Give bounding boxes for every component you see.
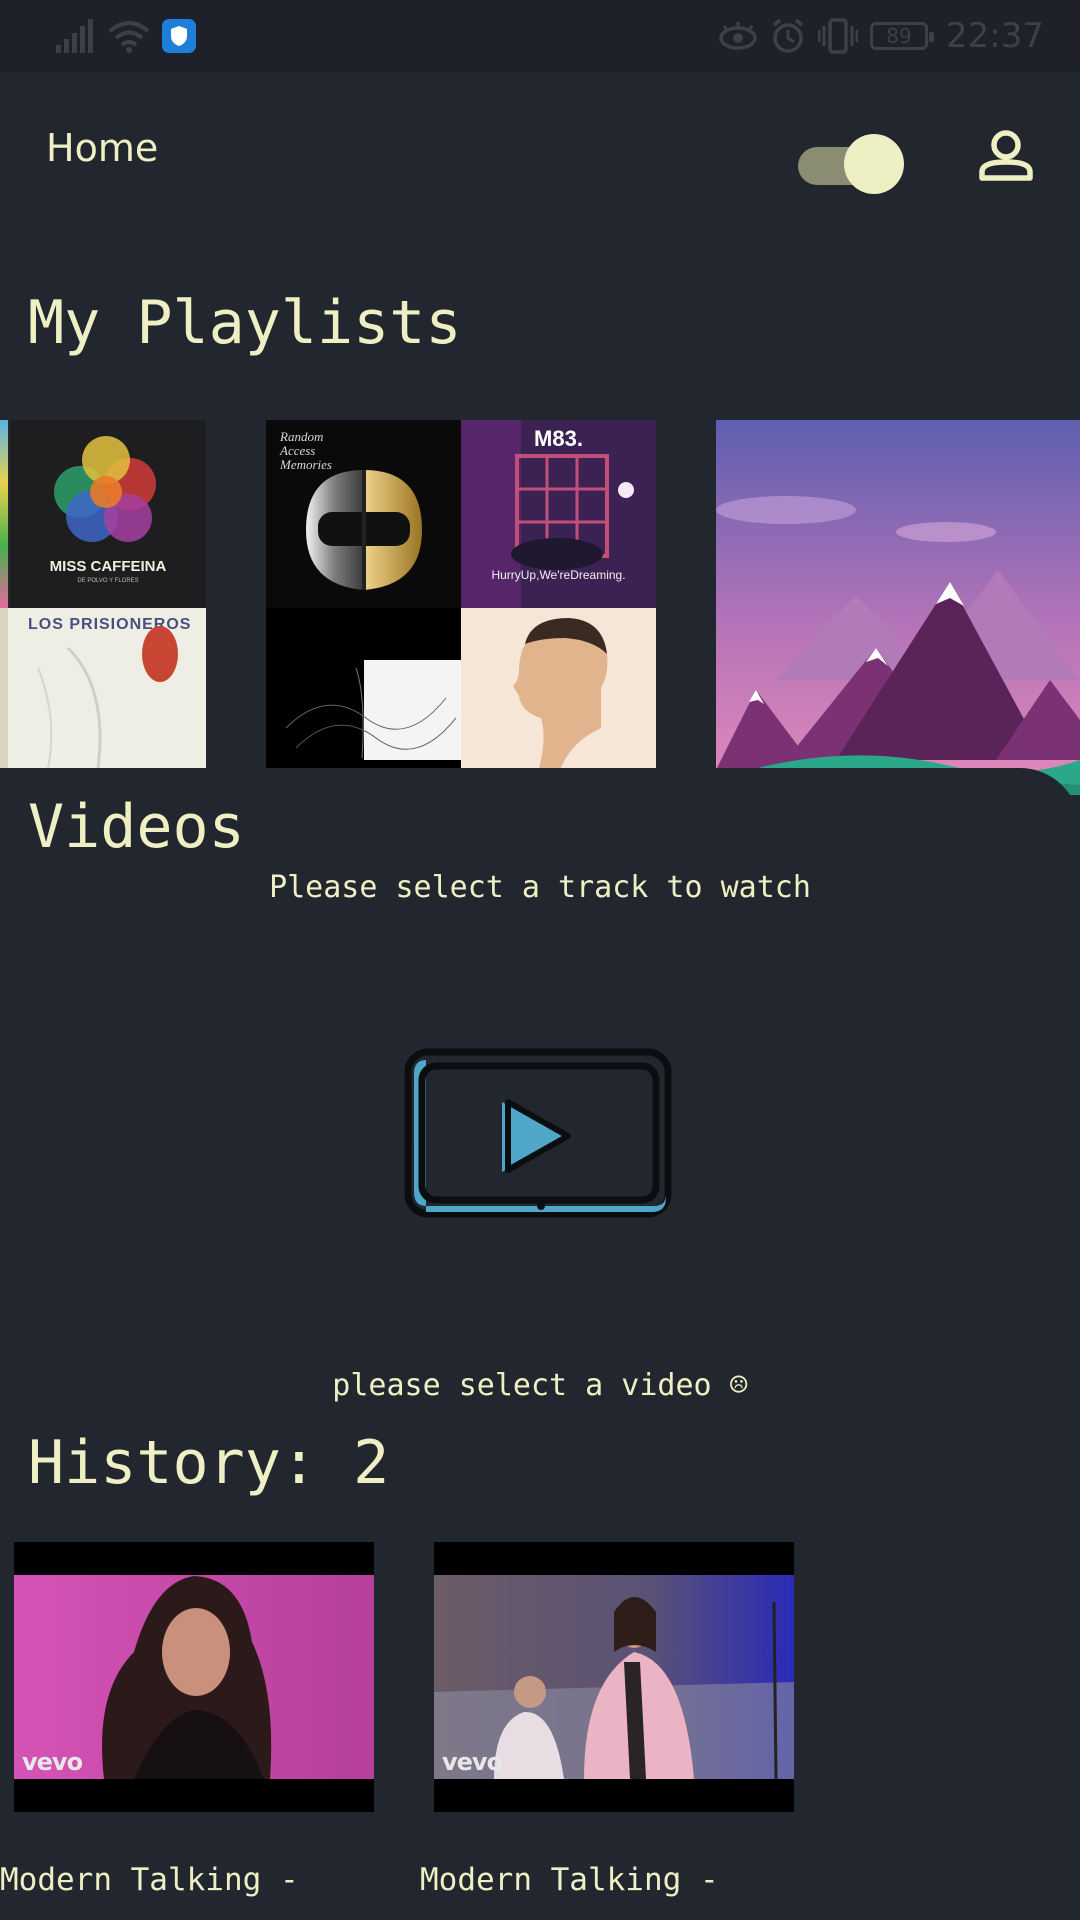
playlist-card[interactable]: MISS CAFFEINA DE POLVO Y FLORES LOS PRIS…: [0, 420, 206, 768]
album-title: Random Access Memories: [280, 429, 332, 472]
videos-hint: Please select a track to watch: [269, 870, 811, 905]
cover-art-m83: M83. HurryUp,We'reDreaming.: [461, 420, 656, 608]
profile-graphic: [513, 618, 608, 768]
profile-button[interactable]: [976, 126, 1036, 186]
cover-art: [0, 608, 8, 768]
page-title[interactable]: Home: [46, 126, 158, 170]
cover-art-miss-caffeina: MISS CAFFEINA DE POLVO Y FLORES: [10, 420, 206, 608]
cover-art: [0, 420, 8, 608]
playlist-card[interactable]: [716, 420, 1080, 795]
theme-toggle[interactable]: [796, 134, 906, 194]
toggle-knob: [844, 134, 904, 194]
cover-art-los-prisioneros: LOS PRISIONEROS: [8, 608, 206, 768]
signal-icon: [56, 19, 93, 53]
album-title: MISS CAFFEINA: [49, 558, 167, 575]
album-subtitle: HurryUp,We'reDreaming.: [491, 568, 626, 582]
vibrate-icon: [818, 18, 859, 54]
battery-icon: 89: [870, 22, 935, 50]
videos-heading: Videos: [28, 792, 245, 862]
history-thumbnail[interactable]: vevo: [14, 1542, 374, 1812]
cover-art-random-access-memories: Random Access Memories: [266, 420, 461, 608]
playlists-carousel[interactable]: MISS CAFFEINA DE POLVO Y FLORES LOS PRIS…: [0, 420, 1080, 795]
cover-art: [461, 608, 656, 768]
mountain-graphic: [716, 420, 1080, 795]
playlists-heading: My Playlists: [28, 288, 462, 358]
wifi-icon: [108, 21, 150, 53]
eye-icon: [719, 22, 757, 50]
history-item-title[interactable]: Modern Talking -: [0, 1862, 299, 1898]
alarm-icon: [772, 18, 804, 53]
shield-app-icon: [162, 19, 196, 53]
status-bar: 89 22:37: [0, 0, 1080, 72]
vevo-badge: vevo: [22, 1748, 83, 1776]
vevo-badge: vevo: [442, 1748, 503, 1776]
album-title: M83.: [534, 426, 583, 451]
app-bar: Home: [0, 72, 1080, 240]
cover-art: [266, 608, 461, 768]
history-heading: History: 2: [28, 1428, 390, 1498]
playlist-card[interactable]: Random Access Memories M83. HurryUp,We'r…: [266, 420, 656, 768]
history-thumbnail[interactable]: vevo: [434, 1542, 794, 1812]
play-video-icon: [404, 1048, 672, 1218]
history-item-title[interactable]: Modern Talking -: [420, 1862, 719, 1898]
shirt-graphic: [37, 626, 178, 768]
album-subtitle: DE POLVO Y FLORES: [77, 578, 139, 584]
app-screen: 89 22:37 Home My Playlists MISS CAFFEINA…: [0, 0, 1080, 1920]
cover-art-mountains: [716, 420, 1080, 795]
status-time: 22:37: [946, 16, 1044, 56]
person-icon: [979, 130, 1033, 181]
line-art-graphic: [285, 660, 461, 760]
empty-video-message: please select a video ☹: [332, 1368, 748, 1403]
video-placeholder[interactable]: [404, 1048, 674, 1220]
